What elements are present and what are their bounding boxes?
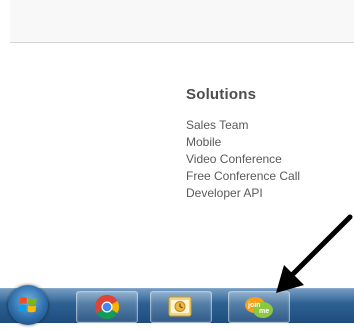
windows-logo-icon xyxy=(19,297,37,313)
outlook-icon xyxy=(168,296,192,317)
solutions-list: Sales Team Mobile Video Conference Free … xyxy=(186,117,354,202)
page-header-band xyxy=(10,0,354,43)
solutions-heading: Solutions xyxy=(186,86,257,103)
chrome-icon xyxy=(94,295,120,320)
taskbar-outlook-button[interactable] xyxy=(150,291,212,323)
solutions-link-mobile[interactable]: Mobile xyxy=(186,134,354,151)
solutions-link-sales-team[interactable]: Sales Team xyxy=(186,117,354,134)
start-button[interactable] xyxy=(8,285,48,325)
solutions-link-developer-api[interactable]: Developer API xyxy=(186,185,354,202)
solutions-link-free-conference-call[interactable]: Free Conference Call xyxy=(186,168,354,185)
solutions-section: Solutions Sales Team Mobile Video Confer… xyxy=(186,86,354,202)
joinme-icon-text-bottom: me xyxy=(259,308,269,315)
arrow-icon xyxy=(276,214,353,293)
solutions-link-video-conference[interactable]: Video Conference xyxy=(186,151,354,168)
taskbar-chrome-button[interactable] xyxy=(76,291,138,323)
